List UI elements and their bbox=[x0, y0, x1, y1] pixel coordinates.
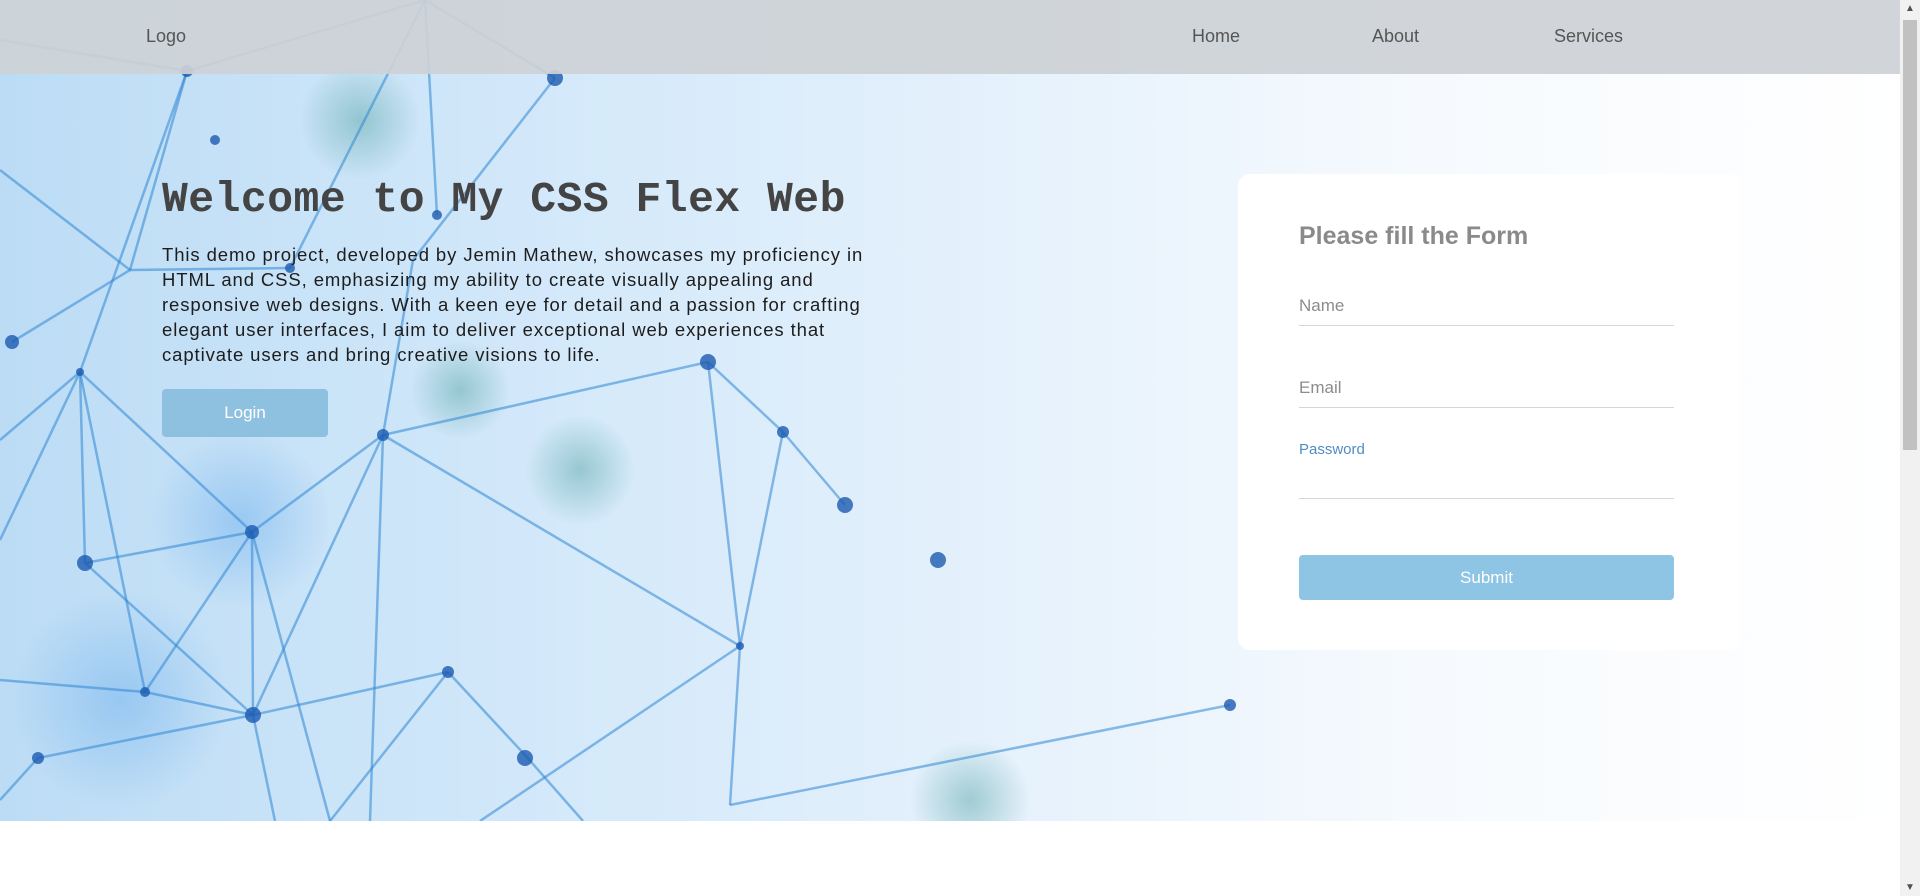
hero-section: Logo Home About Services Welcome to My C… bbox=[0, 0, 1900, 821]
logo-link[interactable]: Logo bbox=[146, 26, 186, 47]
signup-form-card: Please fill the Form Password Submit bbox=[1238, 174, 1740, 650]
password-field-wrapper: Password bbox=[1299, 441, 1674, 499]
nav-link-home[interactable]: Home bbox=[1192, 26, 1240, 47]
login-button[interactable]: Login bbox=[162, 389, 328, 437]
name-field-wrapper bbox=[1299, 286, 1674, 326]
hero-description: This demo project, developed by Jemin Ma… bbox=[162, 244, 864, 365]
nav-link-services[interactable]: Services bbox=[1554, 26, 1623, 47]
scroll-up-arrow-icon[interactable]: ▲ bbox=[1900, 0, 1920, 17]
password-input[interactable] bbox=[1299, 459, 1674, 499]
scroll-down-arrow-icon[interactable]: ▼ bbox=[1900, 879, 1920, 896]
top-navbar: Logo Home About Services bbox=[0, 0, 1900, 74]
email-input[interactable] bbox=[1299, 368, 1674, 408]
nav-link-about[interactable]: About bbox=[1372, 26, 1419, 47]
form-title: Please fill the Form bbox=[1299, 222, 1529, 250]
scrollbar-thumb[interactable] bbox=[1903, 20, 1917, 450]
hero-title: Welcome to My CSS Flex Web bbox=[162, 175, 846, 224]
vertical-scrollbar[interactable]: ▲ ▼ bbox=[1900, 0, 1920, 896]
hero-content: Welcome to My CSS Flex Web This demo pro… bbox=[162, 172, 922, 437]
password-label: Password bbox=[1299, 441, 1365, 458]
page: Logo Home About Services Welcome to My C… bbox=[0, 0, 1900, 896]
name-input[interactable] bbox=[1299, 286, 1674, 326]
submit-button[interactable]: Submit bbox=[1299, 555, 1674, 600]
email-field-wrapper bbox=[1299, 368, 1674, 408]
